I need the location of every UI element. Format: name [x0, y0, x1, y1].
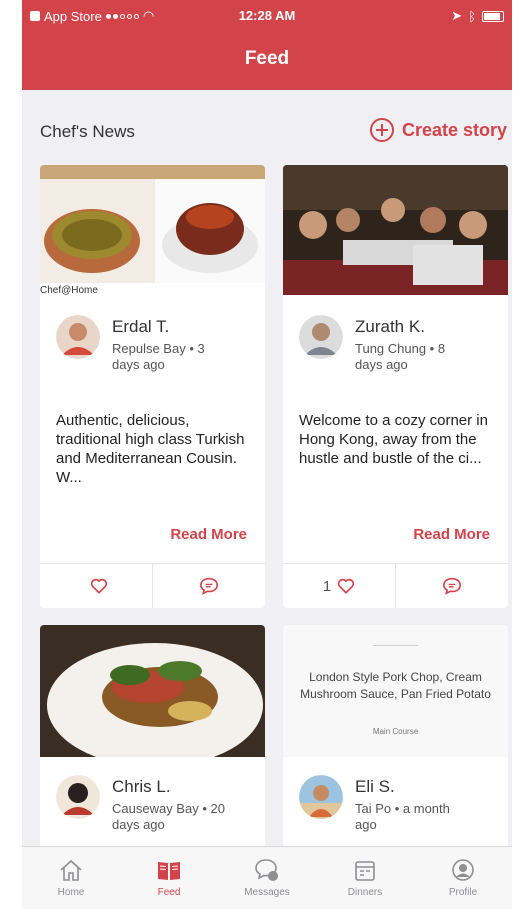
- book-icon: [158, 862, 180, 880]
- page-title: Feed: [244, 48, 290, 69]
- story-card[interactable]: Zurath K. Tung Chung • 8 days ago Welcom…: [283, 165, 508, 608]
- heart-icon: [90, 578, 108, 594]
- like-count: 1: [322, 577, 332, 595]
- plus-circle-icon: [369, 118, 394, 142]
- tab-profile[interactable]: Profile: [414, 847, 512, 909]
- author-name: Zurath K.: [355, 317, 425, 336]
- tab-label: Profile: [448, 887, 478, 898]
- author-info[interactable]: Eli S. Tai Po • a month ago: [299, 775, 475, 833]
- author-name: Erdal T.: [112, 317, 170, 336]
- dish-title: London Style Pork Chop, Cream Mushroom S…: [300, 670, 491, 701]
- create-story-button[interactable]: Create story: [369, 118, 507, 142]
- story-photo[interactable]: Chef@Home: [40, 165, 265, 296]
- tab-label: Feed: [157, 887, 181, 898]
- status-time: 12:28 AM: [238, 8, 296, 23]
- section-title: Chef's News: [40, 122, 135, 141]
- story-photo[interactable]: [283, 165, 508, 295]
- author-info[interactable]: Chris L. Causeway Bay • 20 days ago: [56, 775, 232, 833]
- avatar: [56, 315, 100, 359]
- story-card[interactable]: Chef@Home Erdal T. Repulse Bay • 3 days …: [40, 165, 265, 608]
- heart-icon: [338, 578, 355, 594]
- read-more-link[interactable]: Read More: [170, 526, 247, 543]
- dish-photo-image: [40, 625, 265, 767]
- comment-icon: [442, 577, 462, 595]
- read-more-link[interactable]: Read More: [413, 526, 490, 543]
- like-button[interactable]: 1: [283, 564, 395, 608]
- calendar-icon: [355, 861, 375, 881]
- dish-course: Main Course: [372, 727, 419, 736]
- location-icon: ➤: [451, 8, 463, 23]
- tab-feed[interactable]: Feed: [120, 847, 218, 909]
- status-right: ➤ ᛒ: [451, 8, 504, 24]
- divider: [373, 645, 418, 646]
- tab-messages[interactable]: Messages: [218, 847, 316, 909]
- card-actions: [40, 563, 265, 608]
- author-meta: Repulse Bay • 3 days ago: [112, 341, 205, 372]
- story-card[interactable]: London Style Pork Chop, Cream Mushroom S…: [283, 625, 508, 855]
- author-info[interactable]: Zurath K. Tung Chung • 8 days ago: [299, 315, 475, 373]
- card-actions: 1: [283, 563, 508, 608]
- tab-bar: Home Feed Messages Dinners Profile: [22, 846, 512, 909]
- create-story-label: Create story: [401, 119, 507, 140]
- author-meta: Causeway Bay • 20 days ago: [112, 801, 225, 832]
- food-photo-image: [40, 165, 265, 295]
- dinner-party-photo-image: [283, 165, 508, 295]
- story-card[interactable]: Chris L. Causeway Bay • 20 days ago: [40, 625, 265, 855]
- story-excerpt: Welcome to a cozy corner in Hong Kong, a…: [299, 412, 488, 467]
- bluetooth-icon: ᛒ: [468, 8, 476, 24]
- avatar: [56, 775, 100, 819]
- chat-icon: [255, 859, 278, 881]
- profile-icon: [452, 859, 474, 881]
- like-button[interactable]: [40, 564, 152, 608]
- avatar: [299, 775, 343, 819]
- home-icon: [60, 859, 82, 881]
- tab-home[interactable]: Home: [22, 847, 120, 909]
- battery-icon: [482, 10, 504, 22]
- tab-label: Dinners: [347, 887, 383, 898]
- tab-label: Home: [57, 887, 85, 898]
- author-meta: Tung Chung • 8 days ago: [355, 341, 446, 372]
- comment-button[interactable]: [395, 564, 508, 608]
- status-bar: App Store ◠ 12:28 AM ➤ ᛒ: [22, 6, 512, 26]
- comment-button[interactable]: [152, 564, 265, 608]
- comment-icon: [199, 577, 219, 595]
- author-name: Eli S.: [355, 777, 395, 796]
- story-photo[interactable]: [40, 625, 265, 767]
- tab-label: Messages: [244, 887, 290, 898]
- author-info[interactable]: Erdal T. Repulse Bay • 3 days ago: [56, 315, 232, 373]
- story-excerpt: Authentic, delicious, traditional high c…: [56, 412, 245, 486]
- dish-placeholder[interactable]: London Style Pork Chop, Cream Mushroom S…: [283, 625, 508, 757]
- author-meta: Tai Po • a month ago: [355, 801, 450, 832]
- author-name: Chris L.: [112, 777, 171, 796]
- photo-caption: Chef@Home: [40, 285, 98, 296]
- feed-screen: App Store ◠ 12:28 AM ➤ ᛒ Feed Chef's New…: [22, 0, 512, 909]
- tab-dinners[interactable]: Dinners: [316, 847, 414, 909]
- avatar: [299, 315, 343, 359]
- navigation-bar: App Store ◠ 12:28 AM ➤ ᛒ Feed: [22, 0, 512, 90]
